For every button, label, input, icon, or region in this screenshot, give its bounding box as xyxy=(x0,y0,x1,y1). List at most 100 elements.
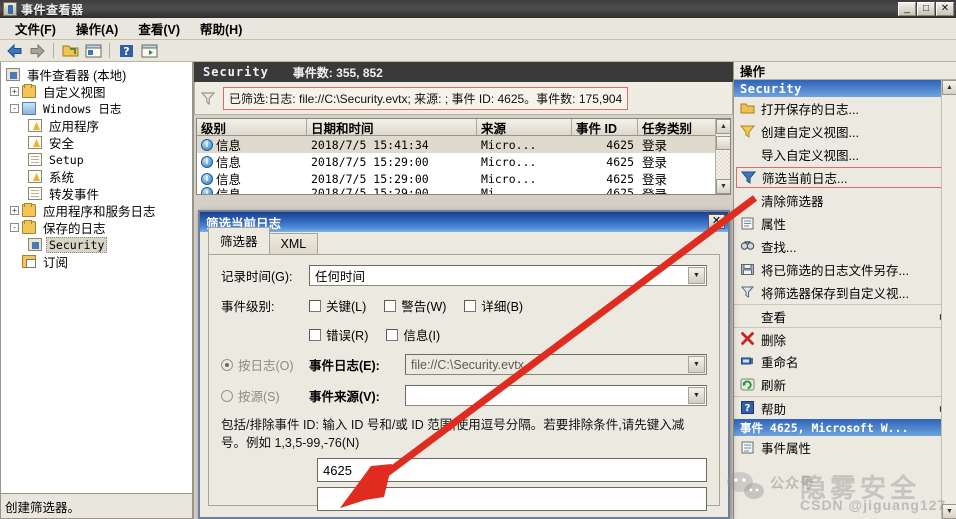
checkbox-box[interactable] xyxy=(464,300,476,312)
action-properties[interactable]: 属性 xyxy=(734,212,956,235)
tree-item-windows-logs[interactable]: - Windows 日志 xyxy=(4,100,190,117)
custom-view-folder-icon xyxy=(22,85,36,98)
scroll-down-icon[interactable]: ▼ xyxy=(716,179,731,194)
tree-item-application[interactable]: 应用程序 xyxy=(4,117,190,134)
scroll-down-icon[interactable]: ▼ xyxy=(942,504,956,519)
tree-item-security[interactable]: 安全 xyxy=(4,134,190,151)
tree-item-saved-logs[interactable]: - 保存的日志 xyxy=(4,219,190,236)
checkbox-information[interactable]: 信息(I) xyxy=(386,325,440,344)
column-header-source[interactable]: 来源 xyxy=(477,119,572,135)
tree-item-apps-and-services-logs[interactable]: + 应用程序和服务日志 xyxy=(4,202,190,219)
chevron-down-icon[interactable]: ▼ xyxy=(688,387,705,404)
expander-minus-icon[interactable]: - xyxy=(10,223,19,232)
action-rename[interactable]: 重命名 xyxy=(734,350,956,373)
checkbox-box[interactable] xyxy=(386,329,398,341)
checkbox-critical[interactable]: 关键(L) xyxy=(309,296,366,315)
column-header-datetime[interactable]: 日期和时间 xyxy=(307,119,477,135)
tree-item-saved-security[interactable]: Security xyxy=(4,236,190,253)
help-icon[interactable]: ? xyxy=(116,42,136,60)
action-view[interactable]: 查看 ▶ xyxy=(734,304,956,327)
tree-item-label: 安全 xyxy=(46,133,77,152)
radio-by-source[interactable]: 按源(S) xyxy=(221,386,309,405)
checkbox-box[interactable] xyxy=(384,300,396,312)
expander-plus-icon[interactable]: + xyxy=(10,87,19,96)
radio-button[interactable] xyxy=(221,359,233,371)
show-action-pane-icon[interactable] xyxy=(139,42,159,60)
action-create-custom-view[interactable]: 创建自定义视图... xyxy=(734,120,956,143)
tree-item-custom-views[interactable]: + 自定义视图 xyxy=(4,83,190,100)
task-category-input[interactable] xyxy=(317,487,707,511)
action-event-properties[interactable]: 事件属性 xyxy=(734,436,956,459)
open-folder-icon[interactable] xyxy=(60,42,80,60)
tree-item-subscriptions[interactable]: 订阅 xyxy=(4,253,190,270)
actions-pane-scrollbar[interactable]: ▲ ▼ xyxy=(941,80,956,519)
checkbox-error[interactable]: 错误(R) xyxy=(309,325,368,344)
expander-minus-icon[interactable]: - xyxy=(10,104,19,113)
menu-view[interactable]: 查看(V) xyxy=(129,17,189,40)
event-log-select[interactable]: file://C:\Security.evtx ▼ xyxy=(405,354,707,375)
actions-group-security[interactable]: Security ▲ xyxy=(734,80,956,97)
tree-item-forwarded-events[interactable]: 转发事件 xyxy=(4,185,190,202)
logged-time-select[interactable]: 任何时间 ▼ xyxy=(309,265,707,286)
show-pane-icon[interactable] xyxy=(83,42,103,60)
back-icon[interactable] xyxy=(4,42,24,60)
action-save-filter-to-custom-view[interactable]: 将筛选器保存到自定义视... xyxy=(734,281,956,304)
console-tree-pane[interactable]: 事件查看器 (本地) + 自定义视图 - Windows 日志 应用程序 安全 xyxy=(0,62,193,494)
radio-button[interactable] xyxy=(221,390,233,402)
action-label: 导入自定义视图... xyxy=(761,145,859,164)
tab-filter[interactable]: 筛选器 xyxy=(208,227,270,254)
column-header-task[interactable]: 任务类别 xyxy=(638,119,716,135)
dialog-close-button[interactable]: ✕ xyxy=(708,214,725,229)
expander-plus-icon[interactable]: + xyxy=(10,206,19,215)
tree-item-setup[interactable]: Setup xyxy=(4,151,190,168)
table-row[interactable]: i信息 2018/7/5 15:29:00 Micro... 4625 登录 xyxy=(197,170,730,187)
log-icon xyxy=(28,187,42,200)
close-button[interactable]: ✕ xyxy=(936,2,954,16)
menu-action[interactable]: 操作(A) xyxy=(67,17,127,40)
checkbox-box[interactable] xyxy=(309,329,321,341)
forward-icon[interactable] xyxy=(27,42,47,60)
action-refresh[interactable]: 刷新 xyxy=(734,373,956,396)
events-table-scrollbar[interactable]: ▲ ▼ xyxy=(715,119,730,194)
toolbar: ? xyxy=(0,40,956,62)
checkbox-verbose[interactable]: 详细(B) xyxy=(464,296,523,315)
tree-item-event-viewer[interactable]: 事件查看器 (本地) xyxy=(4,66,190,83)
action-delete[interactable]: 删除 xyxy=(734,327,956,350)
radio-by-log[interactable]: 按日志(O) xyxy=(221,355,309,374)
chevron-down-icon[interactable]: ▼ xyxy=(688,356,705,373)
filter-current-log-dialog[interactable]: 筛选当前日志 ✕ 筛选器 XML 记录时间(G): 任何时间 ▼ 事件级别: xyxy=(198,210,730,519)
table-row[interactable]: i信息 2018/7/5 15:29:00 Micro... 4625 登录 xyxy=(197,153,730,170)
tab-xml[interactable]: XML xyxy=(269,233,319,254)
menu-help[interactable]: 帮助(H) xyxy=(191,17,251,40)
scroll-up-icon[interactable]: ▲ xyxy=(716,119,731,134)
event-id-input[interactable]: 4625 xyxy=(317,458,707,482)
checkbox-warning[interactable]: 警告(W) xyxy=(384,296,446,315)
scrollbar-track[interactable] xyxy=(716,151,731,178)
action-help[interactable]: ? 帮助 ▶ xyxy=(734,396,956,419)
action-import-custom-view[interactable]: 导入自定义视图... xyxy=(734,143,956,166)
table-row[interactable]: i信息 2018/7/5 15:29:00 Mi... 4625 登录 xyxy=(197,187,730,195)
action-label: 清除筛选器 xyxy=(761,191,824,210)
action-label: 将筛选器保存到自定义视... xyxy=(761,283,909,302)
tree-item-system[interactable]: 系统 xyxy=(4,168,190,185)
checkbox-box[interactable] xyxy=(309,300,321,312)
action-find[interactable]: 查找... xyxy=(734,235,956,258)
action-filter-current-log[interactable]: 筛选当前日志... xyxy=(736,167,952,188)
scrollbar-thumb[interactable] xyxy=(716,136,731,150)
events-table[interactable]: 级别 日期和时间 来源 事件 ID 任务类别 i信息 2018/7/5 15:4… xyxy=(196,118,731,195)
column-header-event-id[interactable]: 事件 ID xyxy=(572,119,638,135)
maximize-button[interactable]: □ xyxy=(917,2,935,16)
action-save-filtered-log-as[interactable]: 将已筛选的日志文件另存... xyxy=(734,258,956,281)
action-clear-filter[interactable]: 清除筛选器 xyxy=(734,189,956,212)
table-row[interactable]: i信息 2018/7/5 15:41:34 Micro... 4625 登录 xyxy=(197,136,730,153)
active-filter-bar[interactable]: 已筛选:日志: file://C:\Security.evtx; 来源: ; 事… xyxy=(194,82,733,115)
minimize-button[interactable]: _ xyxy=(898,2,916,16)
chevron-down-icon[interactable]: ▼ xyxy=(688,267,705,284)
menu-file[interactable]: 文件(F) xyxy=(6,17,65,40)
scroll-up-icon[interactable]: ▲ xyxy=(942,80,956,95)
action-open-saved-log[interactable]: 打开保存的日志... xyxy=(734,97,956,120)
column-header-level[interactable]: 级别 xyxy=(197,119,307,135)
log-icon xyxy=(28,153,42,166)
actions-group-event[interactable]: 事件 4625, Microsoft W... ▲ xyxy=(734,419,956,436)
event-source-select[interactable]: ▼ xyxy=(405,385,707,406)
